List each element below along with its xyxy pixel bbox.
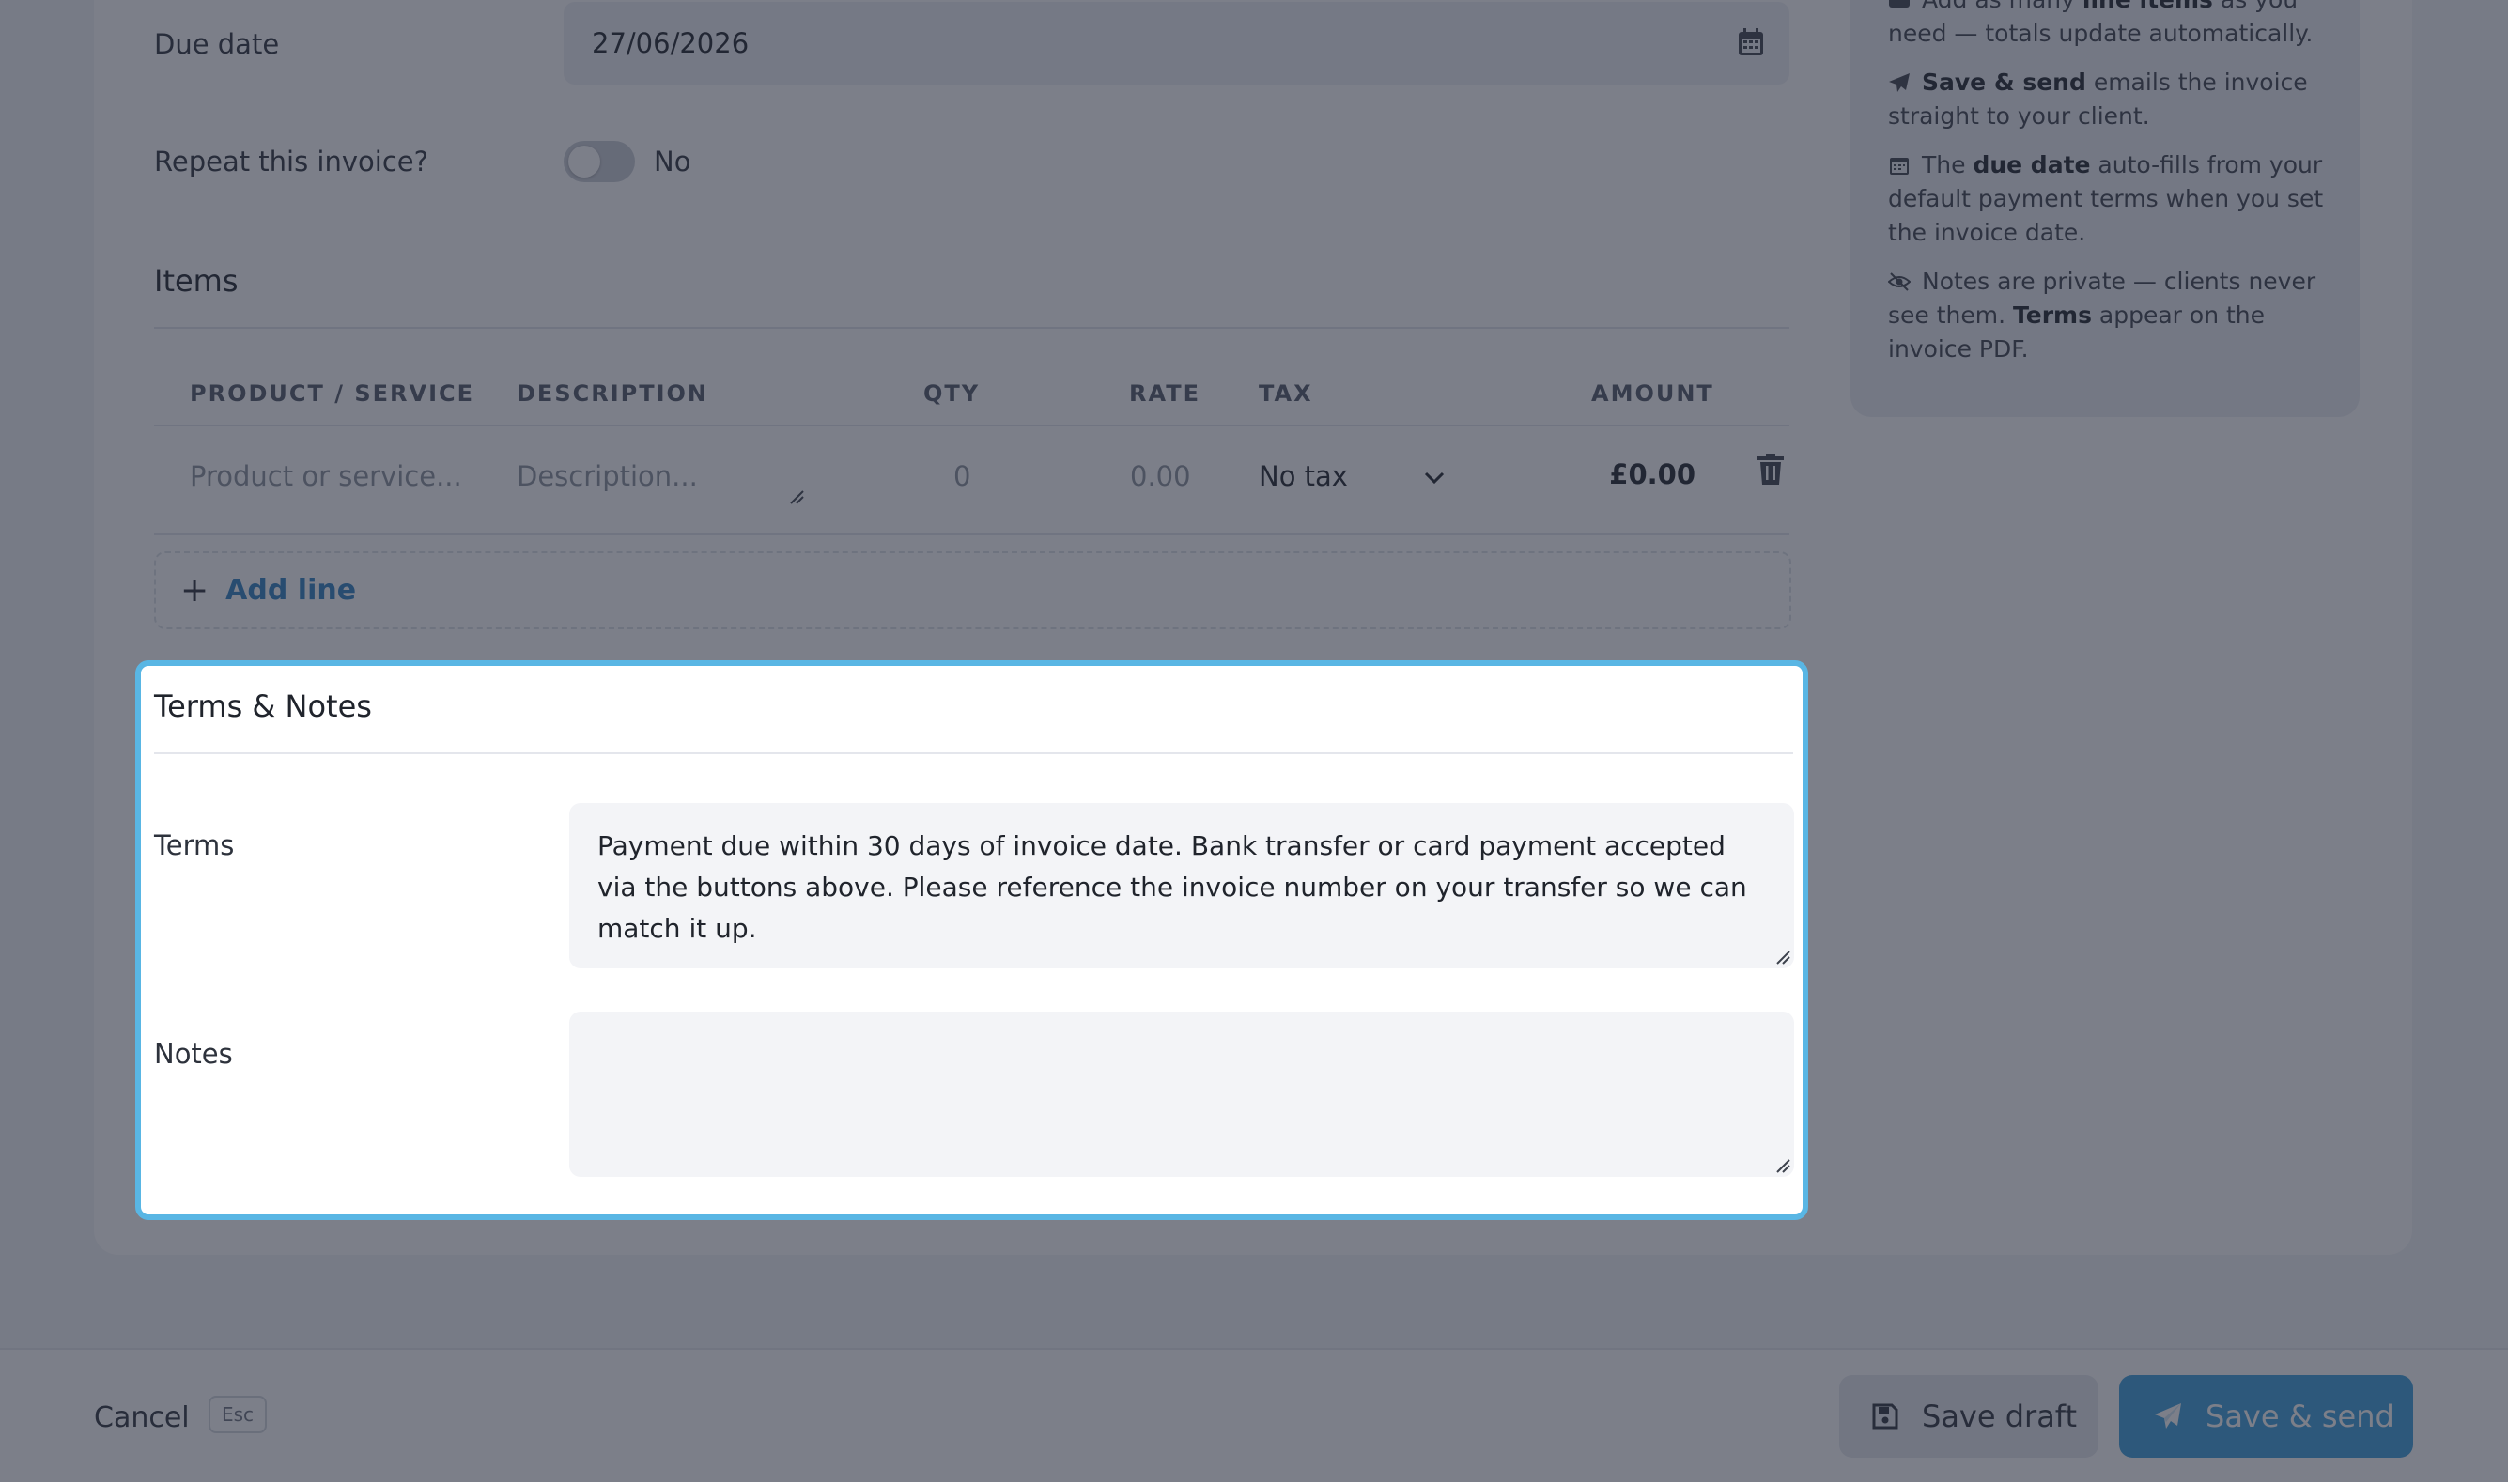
column-header-rate: RATE: [1129, 380, 1200, 407]
tip-emphasis: due date: [1973, 151, 2091, 178]
help-tip: Save & send emails the invoice straight …: [1888, 66, 2330, 133]
toggle-knob: [568, 146, 600, 178]
resize-handle-icon[interactable]: [1775, 1158, 1790, 1173]
floppy-disk-icon: [1872, 1403, 1898, 1430]
terms-text: Payment due within 30 days of invoice da…: [597, 830, 1747, 944]
line-amount: £0.00: [1609, 458, 1695, 490]
save-draft-label: Save draft: [1922, 1399, 2078, 1434]
tip-emphasis: Terms: [2013, 301, 2092, 329]
help-tip: Add as many line items as you need — tot…: [1888, 0, 2330, 51]
save-and-send-button[interactable]: Save & send: [2119, 1375, 2413, 1458]
tip-emphasis: line items: [2082, 0, 2213, 13]
column-header-product: PRODUCT / SERVICE: [190, 380, 475, 407]
add-line-button[interactable]: + Add line: [154, 551, 1791, 629]
help-tip: The due date auto-fills from your defaul…: [1888, 148, 2330, 250]
tax-select[interactable]: No tax: [1259, 460, 1348, 492]
qty-input[interactable]: 0: [953, 460, 970, 492]
rate-input[interactable]: 0.00: [1130, 460, 1191, 492]
trash-icon[interactable]: [1757, 454, 1785, 486]
column-header-tax: TAX: [1259, 380, 1313, 407]
repeat-invoice-value: No: [654, 146, 691, 178]
terms-label: Terms: [154, 829, 235, 861]
resize-handle-icon[interactable]: [789, 489, 804, 504]
esc-shortcut-badge: Esc: [209, 1396, 267, 1433]
column-header-description: DESCRIPTION: [517, 380, 709, 407]
items-title: Items: [154, 263, 239, 299]
table-row-divider: [154, 533, 1789, 535]
tip-text: The: [1922, 151, 1974, 178]
tip-text: Add as many: [1922, 0, 2082, 13]
cancel-button[interactable]: Cancel: [94, 1401, 190, 1434]
terms-notes-section: Terms & Notes Terms Payment due within 3…: [135, 660, 1808, 1220]
eye-slash-icon: [1888, 272, 1911, 291]
calendar-icon[interactable]: [1737, 27, 1765, 57]
calendar-icon: [1890, 158, 1909, 175]
notes-text: [569, 1012, 1794, 1057]
help-tips: Add as many line items as you need — tot…: [1888, 0, 2330, 381]
terms-notes-title: Terms & Notes: [154, 688, 372, 724]
resize-handle-icon[interactable]: [1775, 950, 1790, 965]
plus-icon: +: [180, 570, 209, 610]
save-and-send-label: Save & send: [2206, 1399, 2394, 1434]
due-date-input[interactable]: 27/06/2026: [564, 2, 1789, 85]
save-draft-button[interactable]: Save draft: [1839, 1375, 2098, 1458]
items-divider: [154, 327, 1789, 329]
chevron-down-icon[interactable]: [1423, 467, 1446, 489]
column-header-qty: QTY: [923, 380, 981, 407]
repeat-invoice-toggle[interactable]: [564, 141, 635, 182]
add-line-label: Add line: [225, 574, 357, 607]
help-tip: Notes are private — clients never see th…: [1888, 265, 2330, 366]
tip-emphasis: Save & send: [1922, 69, 2086, 96]
product-input[interactable]: Product or service...: [190, 460, 462, 492]
due-date-label: Due date: [154, 28, 280, 60]
notes-label: Notes: [154, 1038, 233, 1070]
notes-textarea[interactable]: [569, 1012, 1794, 1177]
list-icon: [1889, 0, 1910, 8]
paper-plane-icon: [1889, 73, 1910, 92]
terms-textarea[interactable]: Payment due within 30 days of invoice da…: [569, 803, 1794, 968]
due-date-value: 27/06/2026: [592, 27, 750, 59]
repeat-invoice-label: Repeat this invoice?: [154, 146, 429, 178]
column-header-amount: AMOUNT: [1591, 380, 1714, 407]
description-input[interactable]: Description...: [517, 460, 698, 492]
terms-notes-divider: [154, 752, 1793, 754]
table-header-divider: [154, 425, 1789, 426]
paper-plane-icon: [2155, 1403, 2181, 1429]
